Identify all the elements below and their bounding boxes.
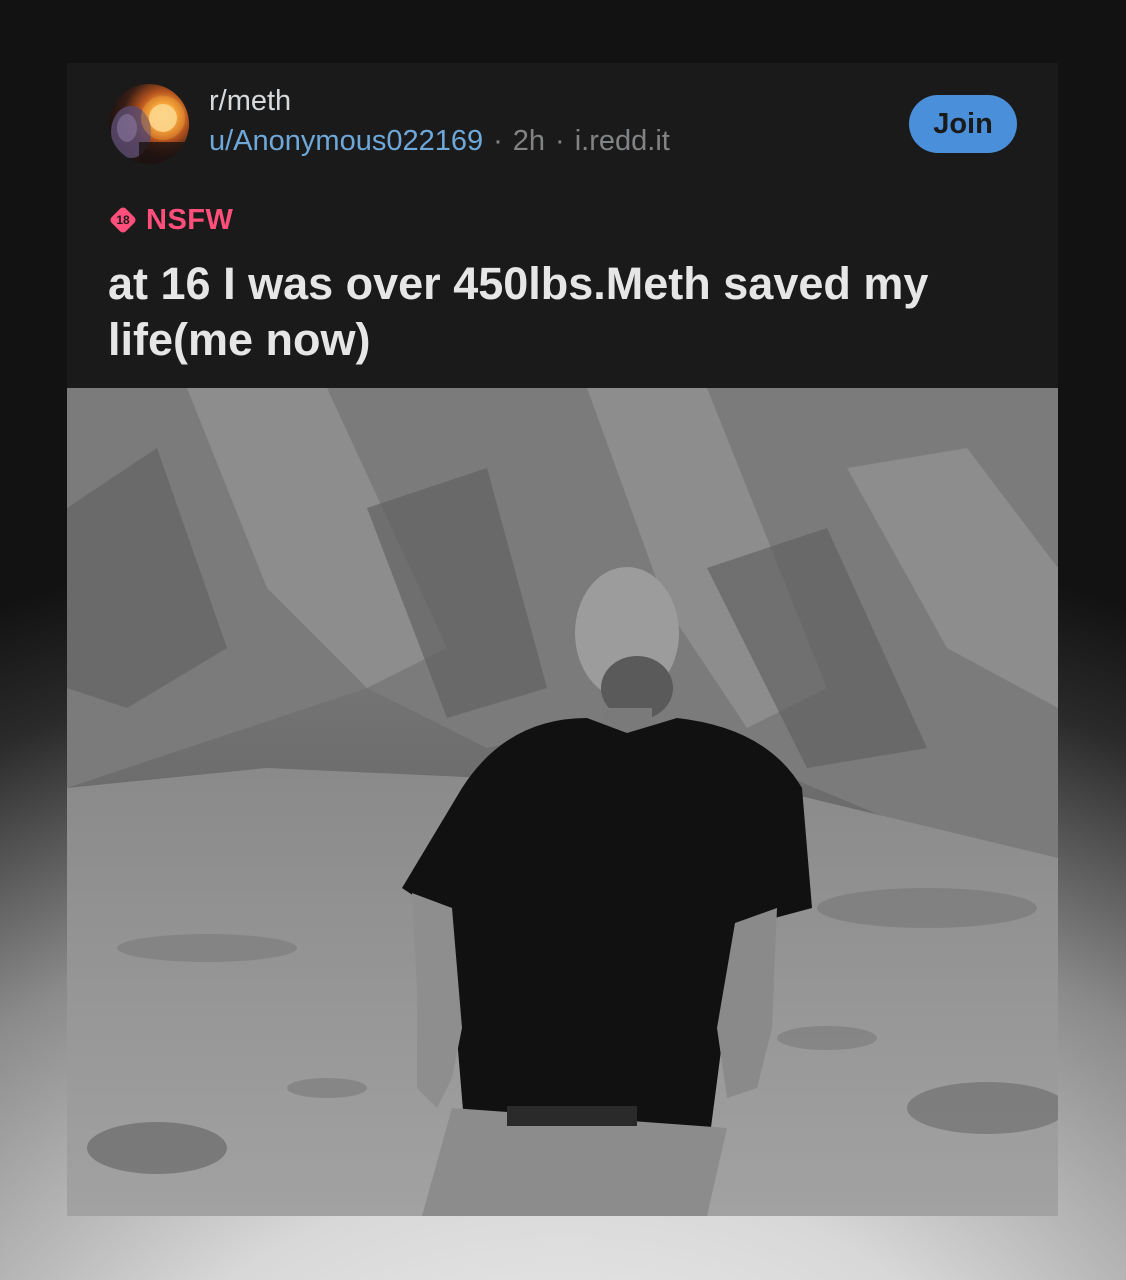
post-meta: r/meth u/Anonymous022169 · 2h · i.redd.it: [209, 83, 670, 159]
subreddit-avatar[interactable]: [109, 84, 189, 164]
separator-dot: ·: [493, 125, 503, 157]
post-byline: u/Anonymous022169 · 2h · i.redd.it: [209, 123, 670, 159]
post-time: 2h: [512, 125, 546, 157]
author-username[interactable]: u/Anonymous022169: [209, 125, 483, 157]
separator-dot: ·: [555, 125, 565, 157]
post-card[interactable]: r/meth u/Anonymous022169 · 2h · i.redd.it Jo…: [67, 63, 1058, 1216]
join-button[interactable]: Join: [909, 95, 1017, 153]
subreddit-name[interactable]: r/meth: [209, 83, 670, 119]
post-image[interactable]: [67, 388, 1058, 1216]
nsfw-label: NSFW: [146, 203, 234, 236]
post-domain[interactable]: i.redd.it: [575, 125, 670, 157]
nsfw-tag: 18 NSFW: [108, 204, 233, 236]
post-header: r/meth u/Anonymous022169 · 2h · i.redd.it Jo…: [67, 63, 1058, 388]
nsfw-badge-number: 18: [116, 213, 130, 227]
nsfw-18-icon: 18: [108, 205, 138, 235]
post-title[interactable]: at 16 I was over 450lbs.Meth saved my li…: [108, 256, 1028, 368]
